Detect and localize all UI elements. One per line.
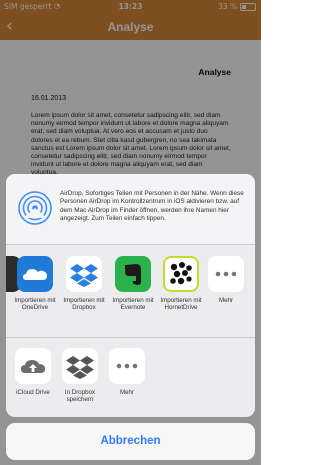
share-hornetdrive[interactable]: Importieren mit HornetDrive (160, 256, 202, 312)
action-icloud-drive[interactable]: iCloud Drive (12, 348, 54, 396)
airdrop-section[interactable]: AirDrop. Sofortiges Teilen mit Personen … (6, 174, 255, 244)
dropbox-save-icon (62, 348, 98, 384)
dropbox-icon (66, 256, 102, 292)
share-app-label: Importieren mit Dropbox (63, 297, 105, 312)
share-actions-row: iCloud Drive In Dropbox speichern Mehr (6, 348, 255, 414)
divider (6, 337, 255, 338)
share-evernote[interactable]: Importieren mit Evernote (112, 256, 154, 312)
more-icon (208, 256, 244, 292)
divider (6, 244, 255, 245)
share-app-label: Mehr (218, 297, 234, 304)
share-action-label: iCloud Drive (16, 389, 50, 396)
share-dropbox[interactable]: Importieren mit Dropbox (63, 256, 105, 312)
evernote-icon (115, 256, 151, 292)
onedrive-icon (17, 256, 53, 292)
cancel-button[interactable]: Abbrechen (6, 423, 255, 460)
action-dropbox-save[interactable]: In Dropbox speichern (59, 348, 101, 404)
share-onedrive[interactable]: Importieren mit OneDrive (14, 256, 56, 312)
share-more[interactable]: Mehr (205, 256, 247, 304)
icloud-upload-icon (15, 348, 51, 384)
airdrop-icon (18, 191, 52, 225)
more-icon (109, 348, 145, 384)
share-action-label: In Dropbox speichern (64, 389, 96, 404)
hornetdrive-icon (163, 256, 199, 292)
share-apps-row: Importieren mit OneDrive Importieren mit… (6, 256, 255, 336)
airdrop-description: AirDrop. Sofortiges Teilen mit Personen … (60, 190, 244, 222)
share-app-label: Importieren mit OneDrive (14, 297, 56, 312)
share-app-label: Importieren mit Evernote (112, 297, 154, 312)
share-action-label: Mehr (119, 389, 135, 396)
action-more[interactable]: Mehr (106, 348, 148, 396)
airdrop-name: AirDrop (60, 190, 82, 197)
share-app-label: Importieren mit HornetDrive (160, 297, 202, 312)
share-sheet: AirDrop. Sofortiges Teilen mit Personen … (6, 174, 255, 417)
